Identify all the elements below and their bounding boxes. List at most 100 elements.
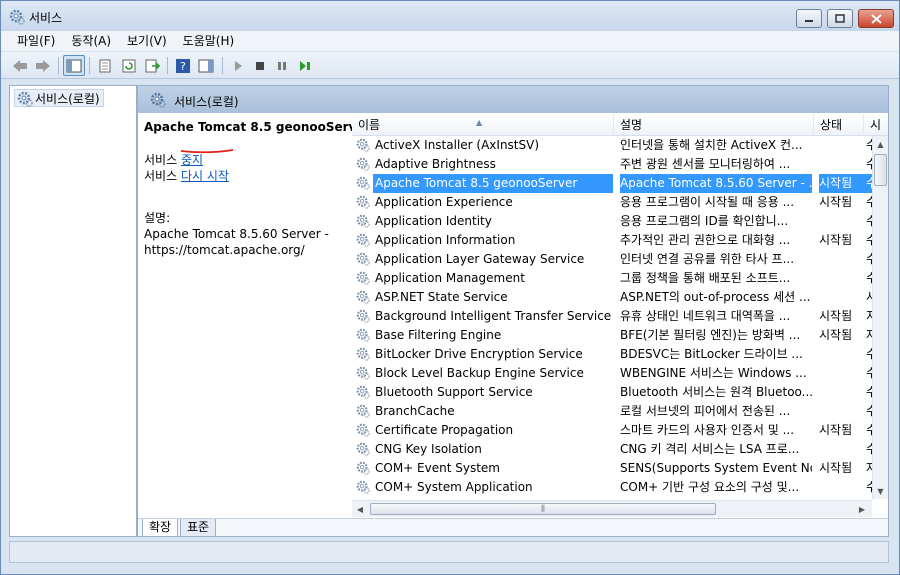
maximize-icon <box>835 14 845 23</box>
list-header: ▲ 이름 설명 상태 시 <box>352 114 888 136</box>
column-header-name-label: 이름 <box>358 118 381 132</box>
start-service-button[interactable] <box>227 55 249 76</box>
title-bar: 서비스 <box>1 1 899 31</box>
service-row[interactable]: Application Identity 응용 프로그램의 ID를 확인합니...… <box>352 212 874 231</box>
service-description: ASP.NET의 out-of-process 세션 ... <box>620 290 811 304</box>
service-name: Application Layer Gateway Service <box>375 252 585 266</box>
service-row[interactable]: Bluetooth Support Service Bluetooth 서비스는 … <box>352 383 874 402</box>
service-name: Application Information <box>375 233 516 247</box>
minimize-button[interactable] <box>796 9 822 28</box>
service-gear-icon <box>356 233 370 247</box>
stop-prefix: 서비스 <box>144 153 178 167</box>
service-name: Background Intelligent Transfer Service <box>375 309 612 323</box>
service-row[interactable]: BitLocker Drive Encryption Service BDESVC… <box>352 345 874 364</box>
service-row[interactable]: Adaptive Brightness 주변 광원 센서를 모니터링하여 ... 수 <box>352 155 874 174</box>
column-header-startup-type[interactable]: 시 <box>864 114 888 136</box>
horizontal-scrollbar[interactable]: ◀ ⫼ ▶ <box>352 500 872 517</box>
service-row[interactable]: Block Level Backup Engine Service WBENGIN… <box>352 364 874 383</box>
maximize-button[interactable] <box>827 9 853 28</box>
pause-service-button[interactable] <box>271 55 293 76</box>
service-row[interactable]: Application Layer Gateway Service 인터넷 연결 … <box>352 250 874 269</box>
menu-help[interactable]: 도움말(H) <box>175 31 243 51</box>
service-description: Apache Tomcat 8.5.60 Server - ... <box>620 174 812 193</box>
service-row[interactable]: Application Management 그룹 정책을 통해 배포된 소프트.… <box>352 269 874 288</box>
column-header-description[interactable]: 설명 <box>614 114 814 136</box>
restart-service-button[interactable] <box>294 55 316 76</box>
service-row[interactable]: Apache Tomcat 8.5 geonooServer Apache Tom… <box>352 174 874 193</box>
close-button[interactable] <box>858 9 894 28</box>
content-header-title: 서비스(로컬) <box>174 95 239 109</box>
service-description: COM+ 기반 구성 요소의 구성 및... <box>620 480 800 494</box>
tree-item-services-local[interactable]: 서비스(로컬) <box>14 89 104 107</box>
menu-file[interactable]: 파일(F) <box>1 31 63 51</box>
toolbar-separator <box>89 57 90 74</box>
content-pane: 서비스(로컬) Apache Tomcat 8.5 geonooServer 서… <box>137 85 889 537</box>
column-header-startup-label: 시 <box>870 118 882 132</box>
stop-action-line: 서비스 중지 <box>144 152 344 168</box>
tab-extended[interactable]: 확장 <box>142 519 179 537</box>
service-name: BitLocker Drive Encryption Service <box>375 347 583 361</box>
service-description: 인터넷을 통해 설치한 ActiveX 컨... <box>620 138 803 152</box>
service-row[interactable]: Certificate Propagation 스마트 카드의 사용자 인증서 및… <box>352 421 874 440</box>
scroll-up-arrow-icon[interactable]: ▲ <box>873 136 888 152</box>
service-name: Apache Tomcat 8.5 geonooServer <box>373 174 613 193</box>
menu-action[interactable]: 동작(A) <box>63 31 119 51</box>
service-name: CNG Key Isolation <box>375 442 482 456</box>
service-name: Application Management <box>375 271 525 285</box>
help-button[interactable]: ? <box>172 55 194 76</box>
service-description: Bluetooth 서비스는 원격 Bluetoo... <box>620 385 812 399</box>
vertical-scrollbar[interactable]: ▲ ▼ <box>872 136 888 499</box>
service-row[interactable]: CNG Key Isolation CNG 키 격리 서비스는 LSA 프로...… <box>352 440 874 459</box>
restart-service-link[interactable]: 다시 시작 <box>181 169 229 183</box>
vertical-scroll-thumb[interactable] <box>874 154 887 186</box>
refresh-button[interactable] <box>118 55 140 76</box>
service-row[interactable]: Application Information 추가적인 관리 권한으로 대화형 … <box>352 231 874 250</box>
column-header-name[interactable]: ▲ 이름 <box>352 114 614 136</box>
menu-bar: 파일(F) 동작(A) 보기(V) 도움말(H) <box>1 31 899 51</box>
stop-service-button[interactable] <box>249 55 271 76</box>
show-hide-action-pane-button[interactable] <box>195 55 217 76</box>
column-header-status-label: 상태 <box>820 118 843 132</box>
service-name: Application Identity <box>375 214 492 228</box>
service-gear-icon <box>356 461 370 475</box>
service-row[interactable]: Application Experience 응용 프로그램이 시작될 때 응용 … <box>352 193 874 212</box>
service-row[interactable]: ASP.NET State Service ASP.NET의 out-of-pro… <box>352 288 874 307</box>
menu-view[interactable]: 보기(V) <box>119 31 175 51</box>
back-button[interactable] <box>9 55 31 76</box>
service-name: Bluetooth Support Service <box>375 385 533 399</box>
service-row[interactable]: Background Intelligent Transfer Service 유… <box>352 307 874 326</box>
column-header-status[interactable]: 상태 <box>814 114 864 136</box>
toolbar-separator <box>222 57 223 74</box>
properties-icon <box>99 59 111 72</box>
export-list-icon <box>145 59 161 72</box>
tab-standard[interactable]: 표준 <box>180 519 217 537</box>
service-row[interactable]: Base Filtering Engine BFE(기본 필터링 엔진)는 방화벽… <box>352 326 874 345</box>
content-header: 서비스(로컬) <box>138 86 888 113</box>
service-gear-icon <box>356 214 370 228</box>
scroll-right-arrow-icon[interactable]: ▶ <box>854 501 870 517</box>
close-icon <box>870 13 882 24</box>
services-gear-icon <box>9 9 25 25</box>
service-gear-icon <box>356 423 370 437</box>
scroll-down-arrow-icon[interactable]: ▼ <box>873 483 888 499</box>
stop-service-link[interactable]: 중지 <box>181 153 203 167</box>
service-description: 그룹 정책을 통해 배포된 소프트... <box>620 271 791 285</box>
service-gear-icon <box>356 385 370 399</box>
export-list-button[interactable] <box>142 55 164 76</box>
service-gear-icon <box>356 157 370 171</box>
scroll-left-arrow-icon[interactable]: ◀ <box>352 501 368 517</box>
properties-button[interactable] <box>94 55 116 76</box>
service-row[interactable]: COM+ Event System SENS(Supports System Ev… <box>352 459 874 478</box>
horizontal-scroll-thumb[interactable]: ⫼ <box>370 503 716 515</box>
service-description: 유휴 상태인 네트워크 대역폭을 ... <box>620 309 791 323</box>
service-description: 인터넷 연결 공유를 위한 타사 프... <box>620 252 795 266</box>
service-row[interactable]: BranchCache 로컬 서브넷의 피어에서 전송된 ... 수 <box>352 402 874 421</box>
forward-button[interactable] <box>32 55 54 76</box>
refresh-icon <box>122 59 136 72</box>
service-row[interactable]: ActiveX Installer (AxInstSV) 인터넷을 통해 설치한 … <box>352 136 874 155</box>
show-hide-console-tree-button[interactable] <box>63 55 85 76</box>
service-gear-icon <box>356 366 370 380</box>
toolbar-separator <box>58 57 59 74</box>
service-status: 시작됨 <box>819 328 853 342</box>
service-row[interactable]: COM+ System Application COM+ 기반 구성 요소의 구성… <box>352 478 874 497</box>
